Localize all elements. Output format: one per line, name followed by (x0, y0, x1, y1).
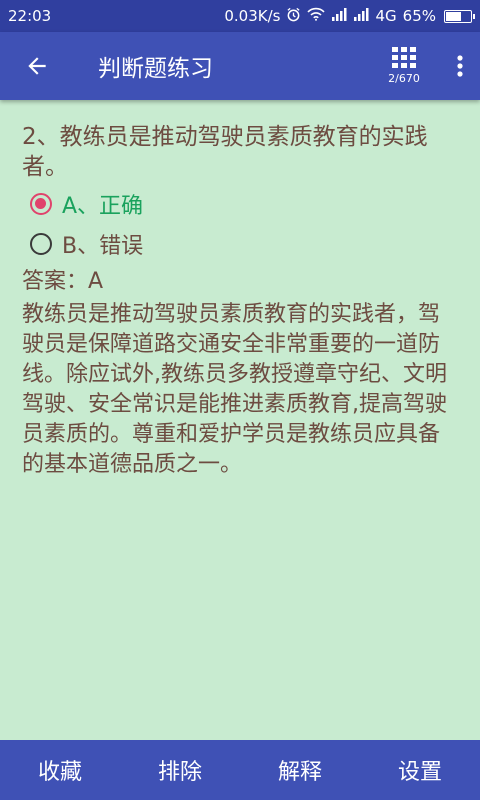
network-type: 4G (375, 7, 397, 25)
more-vert-icon (457, 55, 463, 77)
radio-checked-icon (30, 193, 52, 215)
option-b-label: B、错误 (62, 234, 144, 259)
question-progress: 2/670 (388, 72, 420, 85)
status-time: 22:03 (8, 7, 52, 25)
page-title: 判断题练习 (98, 56, 213, 82)
alarm-icon (286, 7, 301, 26)
favorite-button[interactable]: 收藏 (0, 740, 120, 800)
explain-button[interactable]: 解释 (240, 740, 360, 800)
radio-unchecked-icon (30, 233, 52, 255)
question-grid-button[interactable]: 2/670 (368, 32, 440, 100)
bottom-bar: 收藏 排除 解释 设置 (0, 740, 480, 800)
option-b[interactable]: B、错误 (30, 224, 460, 264)
question-text: 2、教练员是推动驾驶员素质教育的实践者。 (22, 124, 428, 180)
more-menu-button[interactable] (440, 32, 480, 100)
battery-fill (446, 11, 461, 21)
option-a-label: A、正确 (62, 194, 144, 219)
signal-icon-2 (353, 7, 369, 25)
back-button[interactable] (0, 32, 74, 100)
arrow-left-icon (28, 57, 46, 75)
answer-text: 答案：A (22, 269, 104, 294)
status-right: 0.03K/s 4G 65% (224, 7, 475, 26)
status-bar: 22:03 0.03K/s 4G 65% (0, 0, 480, 32)
wifi-icon (307, 7, 326, 25)
toolbar: 判断题练习 2/670 (0, 32, 480, 100)
exclude-button[interactable]: 排除 (120, 740, 240, 800)
settings-button[interactable]: 设置 (360, 740, 480, 800)
signal-icon-1 (331, 7, 347, 25)
network-speed: 0.03K/s (224, 7, 281, 25)
question-content: 2、教练员是推动驾驶员素质教育的实践者。 A、正确 B、错误 答案：A 教练员是… (0, 100, 480, 740)
explanation-text: 教练员是推动驾驶员素质教育的实践者，驾驶员是保障道路交通安全非常重要的一道防线。… (22, 302, 447, 477)
option-a[interactable]: A、正确 (30, 184, 460, 224)
battery-icon (444, 9, 475, 23)
grid-icon (392, 47, 416, 68)
battery-percent: 65% (402, 7, 436, 25)
